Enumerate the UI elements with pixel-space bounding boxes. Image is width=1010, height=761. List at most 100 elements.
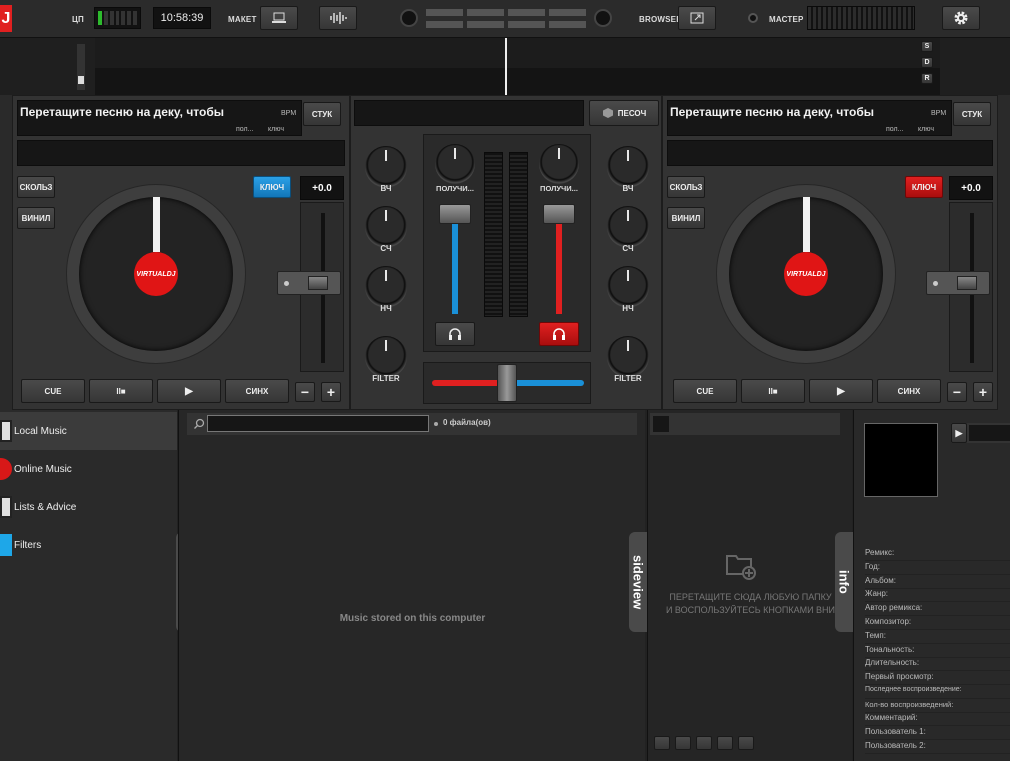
mixer: ПЕСОЧ ВЧ СЧ НЧ FILTER ПОЛУЧИ... ПОЛУЧИ..…	[350, 95, 662, 410]
cover-art	[864, 423, 938, 497]
sideview-tab[interactable]: sideview	[629, 532, 647, 632]
eq-mid-left-label: СЧ	[380, 244, 392, 253]
deck-right-platter[interactable]: VIRTUALDJ	[716, 184, 896, 364]
play-preview-button[interactable]: ▶	[951, 423, 967, 443]
deck-left-play-button[interactable]: ▶	[157, 379, 221, 403]
left-deck-indicator[interactable]	[400, 9, 418, 27]
deck-left-sync-button[interactable]: СИНХ	[225, 379, 289, 403]
info-field-tempo: Темп:	[865, 631, 1010, 644]
info-field-year: Год:	[865, 562, 1010, 575]
master-record-indicator[interactable]	[748, 13, 758, 23]
filter-left-knob[interactable]	[365, 336, 407, 378]
sandbox-button[interactable]: ПЕСОЧ	[589, 100, 659, 126]
eq-low-left-knob[interactable]	[365, 266, 407, 308]
deck-left-plus-button[interactable]: +	[321, 382, 341, 402]
filter-icon	[0, 534, 12, 556]
grid-icon[interactable]	[675, 736, 691, 750]
info-field-length: Длительность:	[865, 658, 1010, 671]
deck-a-waveform[interactable]	[95, 38, 940, 68]
sidebar-item-label: Local Music	[14, 425, 67, 437]
deck-right-slip-button[interactable]: СКОЛЬЗ	[667, 176, 705, 198]
crossfader[interactable]	[497, 364, 517, 402]
deck-left-vinyl-button[interactable]: ВИНИЛ	[17, 207, 55, 229]
filter-right-knob[interactable]	[607, 336, 649, 378]
deck-right-sync-button[interactable]: СИНХ	[877, 379, 941, 403]
waveform-view-button[interactable]	[319, 6, 357, 30]
sideview-panel: ПЕРЕТАЩИТЕ СЮДА ЛЮБУЮ ПАПКУ И ВОСПОЛЬЗУЙ…	[647, 410, 853, 761]
zoom-slider[interactable]	[77, 44, 85, 90]
deck-left-platter[interactable]: VIRTUALDJ	[66, 184, 246, 364]
automix-icon[interactable]	[654, 736, 670, 750]
deck-right-pitch-slider[interactable]	[926, 271, 990, 295]
deck-right-logo: VIRTUALDJ	[784, 252, 828, 296]
cpu-label: ЦП	[72, 15, 84, 24]
deck-right-tap-button[interactable]: СТУК	[953, 102, 991, 126]
sideview-tab-label: sideview	[630, 554, 646, 610]
info-field-composer: Композитор:	[865, 617, 1010, 630]
deck-right-key-button[interactable]: КЛЮЧ	[905, 176, 943, 198]
eq-low-right-knob[interactable]	[607, 266, 649, 308]
deck-left-tap-button[interactable]: СТУК	[303, 102, 341, 126]
deck-left-pitch-value: +0.0	[300, 176, 344, 200]
export-icon[interactable]	[738, 736, 754, 750]
volume-fader-left[interactable]	[439, 204, 471, 224]
deck-right-vinyl-button[interactable]: ВИНИЛ	[667, 207, 705, 229]
deck-right-cue-button[interactable]: CUE	[673, 379, 737, 403]
deck-layout-bars	[426, 9, 586, 29]
app-window: { "topbar": { "cpu_label": "ЦП", "clock"…	[0, 0, 1010, 761]
deck-left-logo: VIRTUALDJ	[134, 252, 178, 296]
sideview-drop-line1: ПЕРЕТАЩИТЕ СЮДА ЛЮБУЮ ПАПКУ	[669, 592, 832, 602]
shuffle-icon[interactable]	[696, 736, 712, 750]
headphone-right-button[interactable]	[539, 322, 579, 346]
deck-right-play-button[interactable]: ▶	[809, 379, 873, 403]
deck-right-minus-button[interactable]: −	[947, 382, 967, 402]
gain-left-knob[interactable]	[435, 144, 475, 184]
volume-fader-right[interactable]	[543, 204, 575, 224]
deck-left-cue-button[interactable]: CUE	[21, 379, 85, 403]
sidebar-item-local-music[interactable]: Local Music	[0, 412, 177, 450]
waveform-d-button[interactable]: D	[921, 57, 933, 68]
info-tab[interactable]: info	[835, 532, 853, 632]
waveform-r-button[interactable]: R	[921, 73, 933, 84]
search-options-dot[interactable]	[434, 422, 438, 426]
info-field-first-seen: Первый просмотр:	[865, 672, 1010, 685]
local-music-icon	[0, 420, 12, 442]
layout-label: МАКЕТ	[228, 15, 257, 24]
deck-left-minus-button[interactable]: −	[295, 382, 315, 402]
mixer-display	[354, 100, 584, 126]
info-field-last-played: Последнее воспроизведение:	[865, 686, 1010, 699]
eq-mid-right-knob[interactable]	[607, 206, 649, 248]
deck-left-pitch-slider[interactable]	[277, 271, 341, 295]
sideview-select[interactable]	[653, 416, 669, 432]
deck-left-pause-button[interactable]: II■	[89, 379, 153, 403]
right-deck-indicator[interactable]	[594, 9, 612, 27]
sidebar-item-online-music[interactable]: Online Music	[0, 450, 177, 488]
master-vu-meter	[807, 6, 915, 30]
browser-button[interactable]	[678, 6, 716, 30]
eq-hi-right-knob[interactable]	[607, 146, 649, 188]
info-tab-label: info	[836, 570, 852, 594]
deck-right-plus-button[interactable]: +	[973, 382, 993, 402]
gain-right-knob[interactable]	[539, 144, 579, 184]
deck-right-title-box: Перетащите песню на деку, чтобы BPM пол.…	[667, 100, 952, 136]
sidebar-item-filters[interactable]: Filters	[0, 526, 177, 564]
sidebar-item-lists-advice[interactable]: Lists & Advice	[0, 488, 177, 526]
deck-right-pause-button[interactable]: II■	[741, 379, 805, 403]
waveform-s-button[interactable]: S	[921, 41, 933, 52]
layout-button[interactable]	[260, 6, 298, 30]
headphone-left-button[interactable]	[435, 322, 475, 346]
headphones-icon	[553, 328, 565, 340]
info-field-user1: Пользователь 1:	[865, 727, 1010, 740]
vu-meter-left	[484, 152, 503, 317]
eq-hi-left-knob[interactable]	[365, 146, 407, 188]
settings-button[interactable]	[942, 6, 980, 30]
left-pad-strip	[0, 95, 12, 410]
waveform-strip[interactable]: S D R	[0, 38, 1010, 95]
search-input[interactable]	[207, 415, 429, 432]
alert-icon[interactable]	[717, 736, 733, 750]
eq-mid-left-knob[interactable]	[365, 206, 407, 248]
deck-left-slip-button[interactable]: СКОЛЬЗ	[17, 176, 55, 198]
deck-left-needle-marker	[153, 197, 160, 252]
deck-left-key-button[interactable]: КЛЮЧ	[253, 176, 291, 198]
expand-icon	[690, 12, 704, 24]
